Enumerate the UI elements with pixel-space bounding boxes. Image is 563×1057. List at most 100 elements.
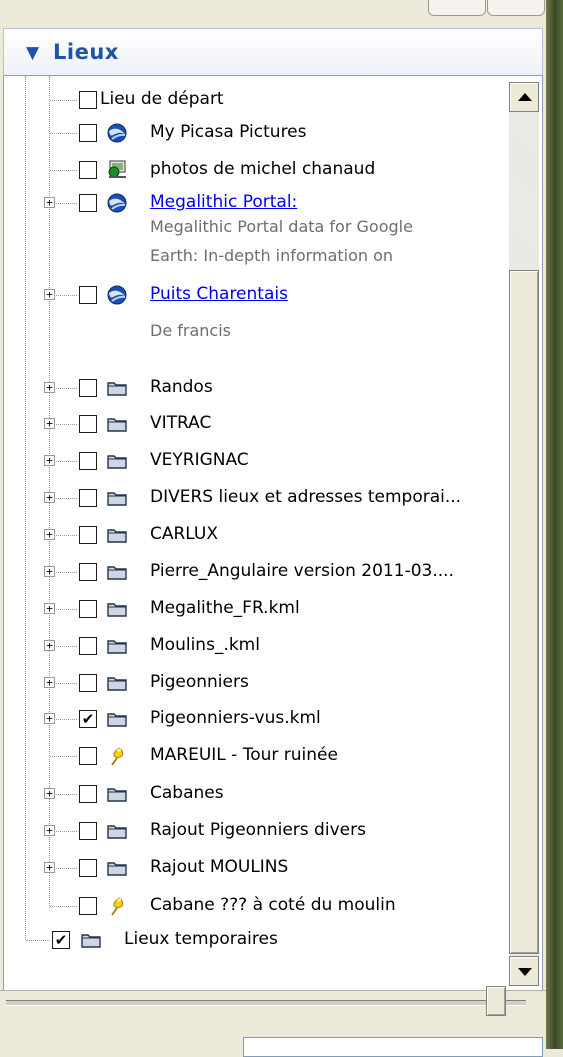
expand-plus-icon[interactable]: +	[44, 566, 55, 577]
tree-item-label: VEYRIGNAC	[150, 450, 249, 470]
folder-icon	[106, 821, 128, 841]
expand-plus-icon[interactable]: +	[44, 713, 55, 724]
places-tree[interactable]: Lieu de départ My Picasa Pictures photos d…	[3, 76, 543, 990]
folder-icon	[80, 930, 102, 950]
vertical-scrollbar[interactable]	[509, 82, 539, 986]
tree-item-label: My Picasa Pictures	[150, 122, 307, 142]
visibility-checkbox[interactable]	[79, 286, 97, 304]
tree-item-label: Cabane ??? à coté du moulin	[150, 895, 396, 915]
tree-line	[26, 940, 50, 941]
tree-item-label: CARLUX	[150, 524, 219, 544]
tree-item-label: Lieu de départ	[100, 89, 224, 109]
visibility-checkbox[interactable]: ✔	[79, 710, 97, 728]
visibility-checkbox[interactable]	[79, 637, 97, 655]
tree-line	[25, 76, 26, 940]
expand-plus-icon[interactable]: +	[44, 788, 55, 799]
yellow-pushpin-icon	[106, 746, 128, 766]
tree-item-label: Lieux temporaires	[124, 929, 278, 949]
tree-item-label: Pigeonniers	[150, 672, 249, 692]
earth-globe-icon	[106, 285, 128, 305]
folder-icon	[106, 414, 128, 434]
expand-plus-icon[interactable]: +	[44, 529, 55, 540]
scroll-down-button[interactable]	[509, 956, 539, 986]
arrow-down-icon	[518, 968, 532, 976]
map-view-edge	[546, 0, 563, 1049]
visibility-checkbox[interactable]	[79, 859, 97, 877]
folder-icon	[106, 673, 128, 693]
expand-plus-icon[interactable]: +	[44, 197, 55, 208]
tree-line	[50, 906, 77, 907]
opacity-slider-track[interactable]	[6, 1000, 526, 1006]
arrow-up-icon	[518, 93, 532, 101]
tree-item-description: De francis	[150, 321, 231, 340]
tree-line	[50, 170, 77, 171]
visibility-checkbox[interactable]	[79, 563, 97, 581]
panel-title: Lieux	[53, 40, 119, 64]
visibility-checkbox[interactable]	[79, 161, 97, 179]
visibility-checkbox[interactable]	[79, 785, 97, 803]
visibility-checkbox[interactable]	[79, 600, 97, 618]
expand-plus-icon[interactable]: +	[44, 455, 55, 466]
earth-globe-icon	[106, 123, 128, 143]
tree-item-label: Rajout MOULINS	[150, 857, 289, 877]
tree-item-label: Pigeonniers-vus.kml	[150, 708, 321, 728]
toolbar-button-right[interactable]	[487, 0, 545, 16]
scroll-up-button[interactable]	[509, 82, 539, 112]
tree-line	[50, 133, 77, 134]
visibility-checkbox[interactable]	[79, 822, 97, 840]
toolbar-button-left[interactable]	[428, 0, 486, 16]
expand-plus-icon[interactable]: +	[44, 677, 55, 688]
visibility-checkbox[interactable]	[79, 194, 97, 212]
opacity-slider-thumb[interactable]	[486, 986, 506, 1016]
visibility-checkbox[interactable]	[79, 489, 97, 507]
visibility-checkbox[interactable]	[79, 91, 97, 109]
visibility-checkbox[interactable]	[79, 897, 97, 915]
yellow-pushpin-icon	[106, 896, 128, 916]
folder-icon	[106, 784, 128, 804]
visibility-checkbox[interactable]	[79, 452, 97, 470]
visibility-checkbox[interactable]	[79, 674, 97, 692]
tree-line	[50, 756, 77, 757]
expand-plus-icon[interactable]: +	[44, 289, 55, 300]
expand-plus-icon[interactable]: +	[44, 640, 55, 651]
folder-icon	[106, 636, 128, 656]
expand-plus-icon[interactable]: +	[44, 418, 55, 429]
tree-item-label: photos de michel chanaud	[150, 159, 376, 179]
collapse-triangle-icon[interactable]: ▼	[26, 43, 39, 63]
scrollbar-thumb[interactable]	[509, 270, 539, 954]
tree-item-label: Pierre_Angulaire version 2011-03....	[150, 561, 454, 581]
folder-icon	[106, 451, 128, 471]
folder-icon	[106, 709, 128, 729]
tree-item-label: Moulins_.kml	[150, 635, 260, 655]
earth-globe-icon	[106, 193, 128, 213]
expand-plus-icon[interactable]: +	[44, 492, 55, 503]
expand-plus-icon[interactable]: +	[44, 862, 55, 873]
expand-plus-icon[interactable]: +	[44, 603, 55, 614]
folder-icon	[106, 599, 128, 619]
tree-item-description: Earth: In-depth information on	[150, 246, 394, 265]
visibility-checkbox[interactable]	[79, 747, 97, 765]
visibility-checkbox[interactable]	[79, 124, 97, 142]
folder-icon	[106, 858, 128, 878]
tree-line	[50, 100, 77, 101]
visibility-checkbox[interactable]	[79, 379, 97, 397]
tree-item-label: VITRAC	[150, 413, 212, 433]
tree-item-label[interactable]: Puits Charentais	[150, 284, 288, 304]
places-panel-header[interactable]: ▼ Lieux	[3, 28, 543, 76]
expand-plus-icon[interactable]: +	[44, 825, 55, 836]
folder-icon	[106, 378, 128, 398]
visibility-checkbox[interactable]: ✔	[52, 931, 70, 949]
tree-item-label: Megalithe_FR.kml	[150, 598, 300, 618]
tree-item-label: Randos	[150, 377, 213, 397]
tree-item-label: Cabanes	[150, 783, 224, 803]
expand-plus-icon[interactable]: +	[44, 382, 55, 393]
network-photo-icon	[106, 160, 128, 180]
visibility-checkbox[interactable]	[79, 526, 97, 544]
tree-item-label[interactable]: Megalithic Portal:	[150, 192, 297, 212]
search-field[interactable]	[243, 1037, 543, 1057]
folder-icon	[106, 562, 128, 582]
divider	[0, 990, 546, 991]
tree-item-label: DIVERS lieux et adresses temporai...	[150, 487, 462, 507]
folder-icon	[106, 525, 128, 545]
visibility-checkbox[interactable]	[79, 415, 97, 433]
